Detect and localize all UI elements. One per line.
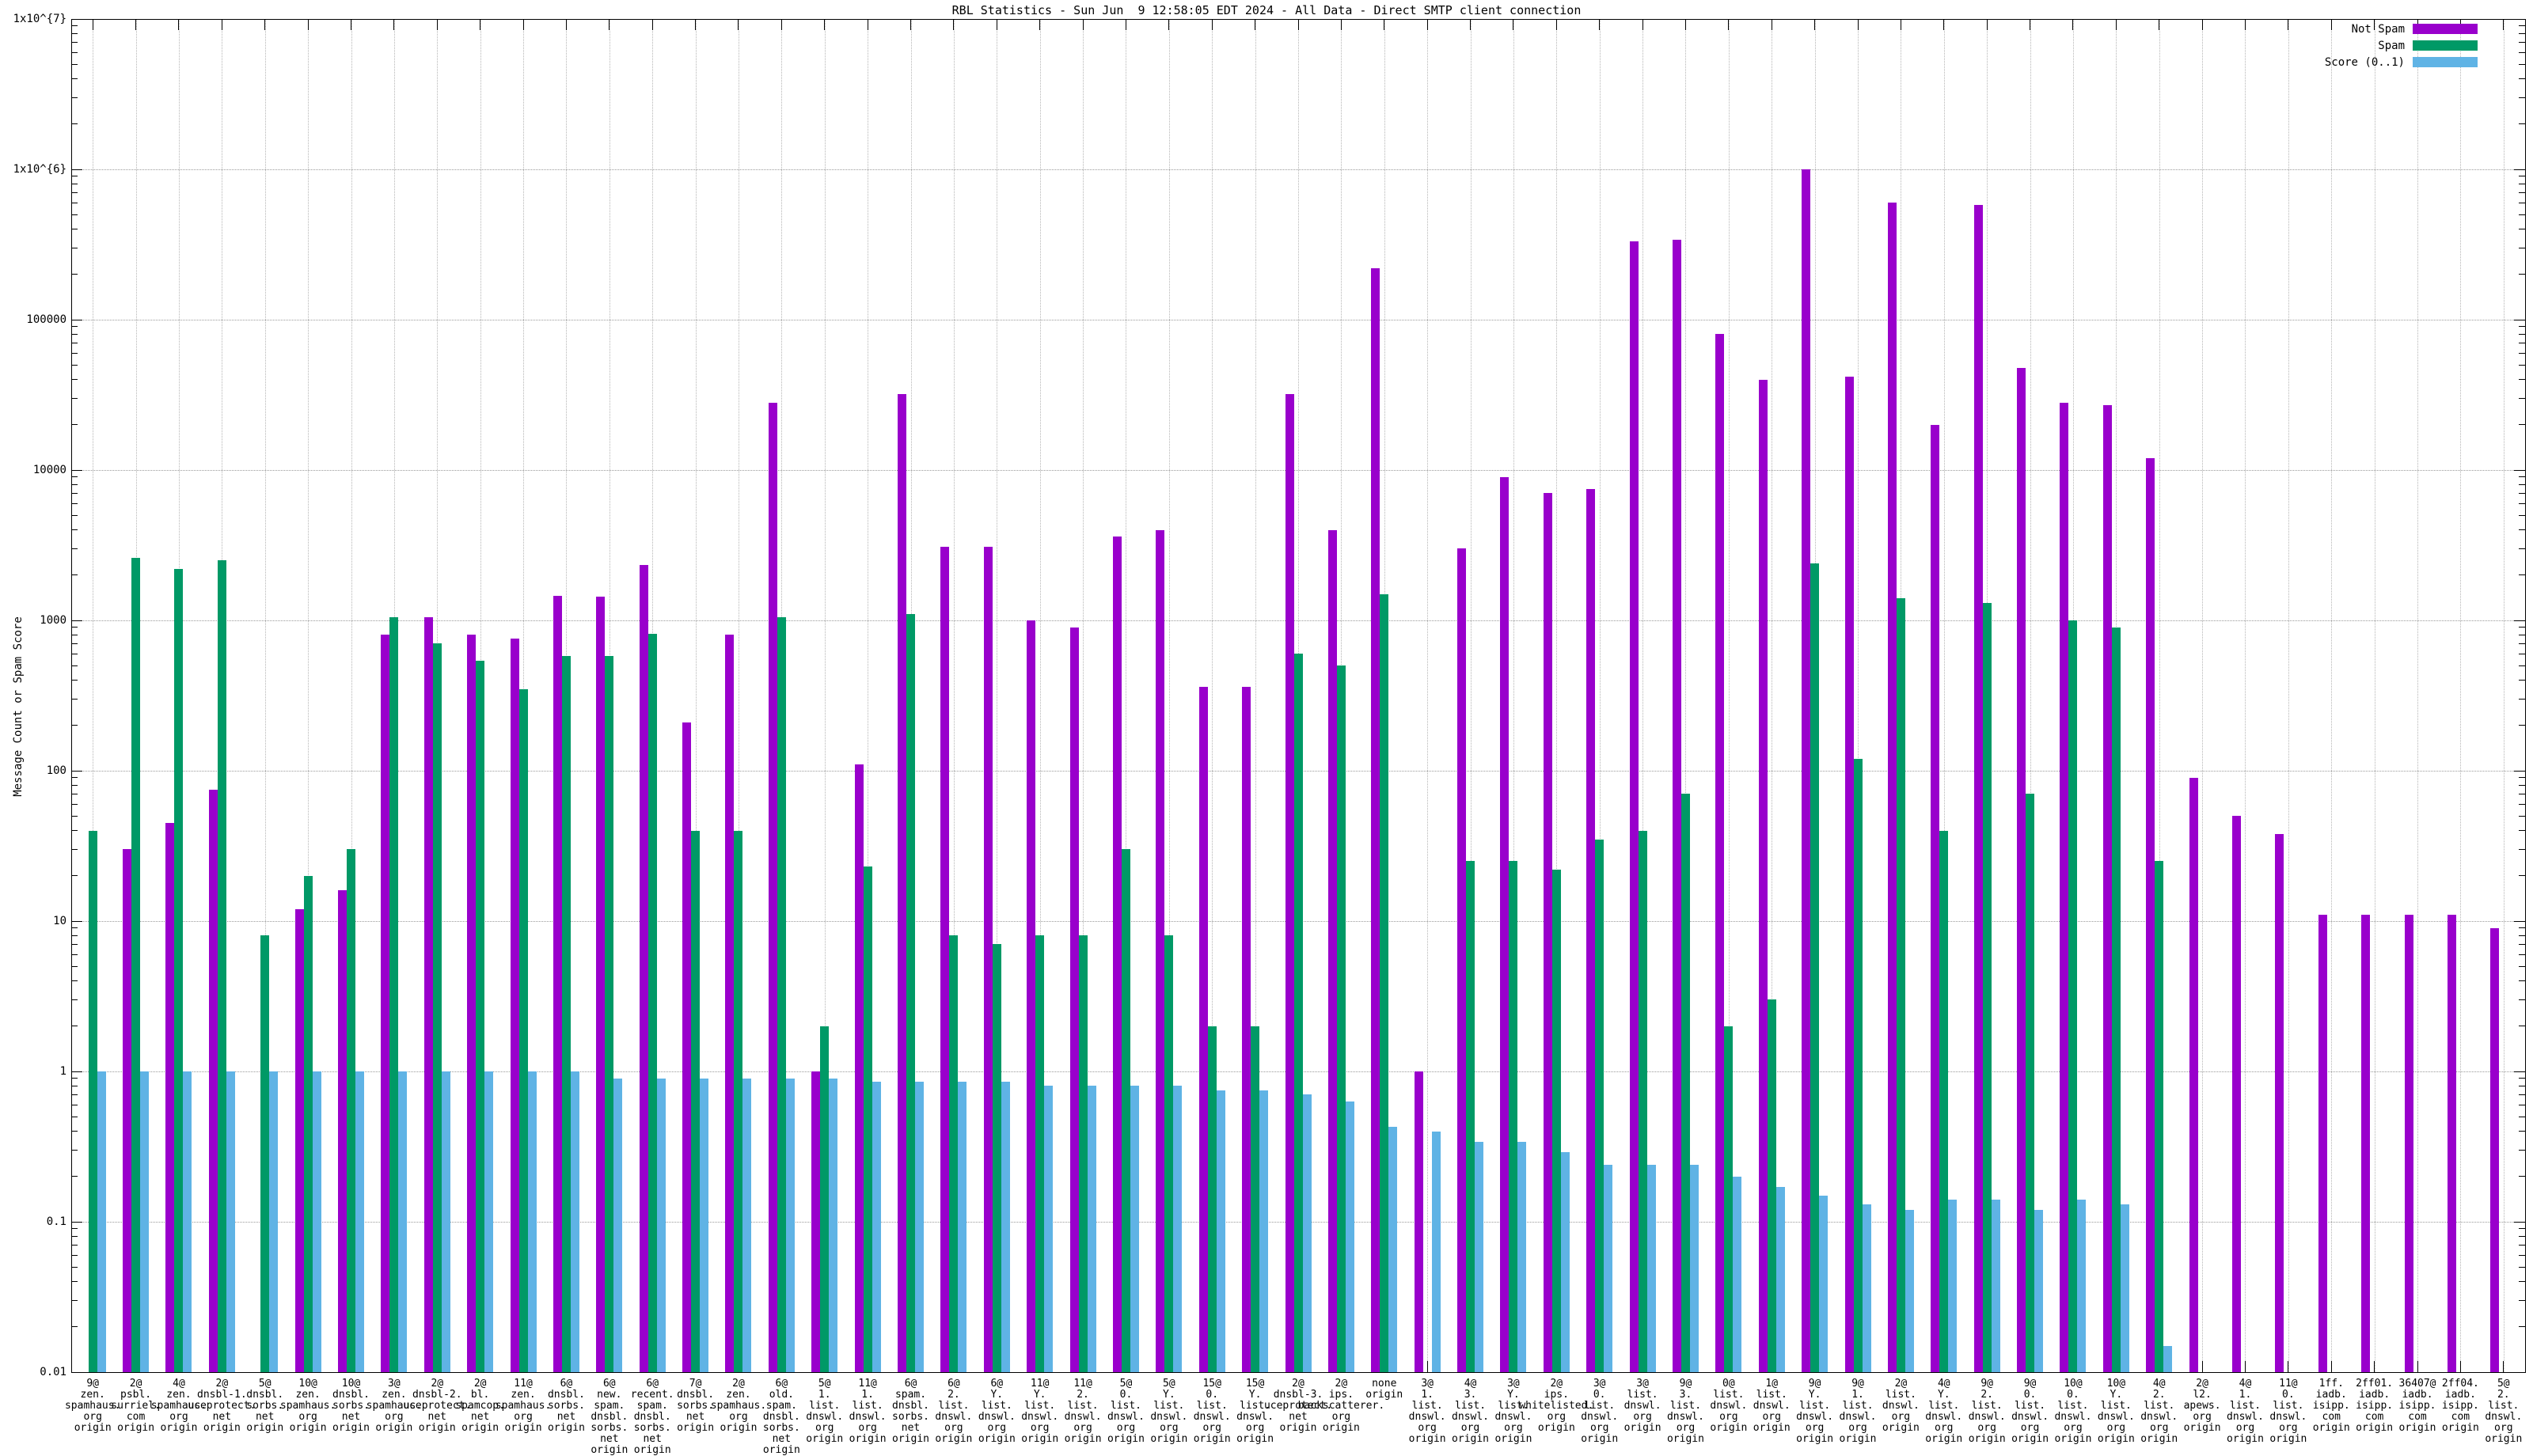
x-category-label: 5@ 0. list. dnswl. org origin — [1107, 1378, 1145, 1445]
x-category-label: 3@ list. dnswl. org origin — [1624, 1378, 1661, 1434]
x-category-label: 9@ 1. list. dnswl. org origin — [1840, 1378, 1877, 1445]
x-category-label: 3@ 1. list. dnswl. org origin — [1409, 1378, 1446, 1445]
legend-label-score: Score (0..1) — [2325, 56, 2405, 69]
chart-title: RBL Statistics - Sun Jun 9 12:58:05 EDT … — [0, 3, 2533, 17]
x-category-label: 6@ old. spam. dnsbl. sorbs. net origin — [763, 1378, 800, 1456]
x-category-label: 0@ list. dnswl. org origin — [1710, 1378, 1747, 1434]
y-tick-label: 100000 — [3, 313, 66, 326]
y-tick-label: 1000 — [3, 614, 66, 627]
x-category-label: 9@ Y. list. dnswl. org origin — [1796, 1378, 1833, 1445]
y-tick-label: 100 — [3, 764, 66, 777]
x-category-label: 5@ 1. list. dnswl. org origin — [806, 1378, 843, 1445]
y-tick-label: 10 — [3, 915, 66, 927]
y-axis-title: Message Count or Spam Score — [12, 548, 25, 865]
x-category-label: 10@ 0. list. dnswl. org origin — [2054, 1378, 2091, 1445]
legend-swatch-score — [2413, 57, 2478, 67]
x-category-label: 11@ Y. list. dnswl. org origin — [1021, 1378, 1058, 1445]
x-category-label: 1ff. iadb. isipp. com origin — [2313, 1378, 2350, 1434]
x-category-label: 2@ zen. spamhaus. org origin — [711, 1378, 766, 1434]
x-category-label: 3@ 0. list. dnswl. org origin — [1581, 1378, 1618, 1445]
x-category-label: 11@ zen. spamhaus. org origin — [496, 1378, 551, 1434]
x-category-label: 11@ 1. list. dnswl. org origin — [849, 1378, 887, 1445]
y-tick-label: 1x10^{7} — [3, 13, 66, 25]
legend-item-spam: Spam — [2325, 37, 2478, 54]
plot-border — [71, 19, 2526, 1373]
x-category-label: 9@ 3. list. dnswl. org origin — [1667, 1378, 1704, 1445]
x-category-label: 7@ dnsbl. sorbs. net origin — [677, 1378, 714, 1434]
x-category-label: 9@ 2. list. dnswl. org origin — [1969, 1378, 2006, 1445]
rbl-statistics-chart: RBL Statistics - Sun Jun 9 12:58:05 EDT … — [0, 0, 2533, 1424]
x-category-label: none origin — [1365, 1378, 1403, 1401]
x-category-label: 6@ dnsbl. sorbs. net origin — [548, 1378, 585, 1434]
x-category-label: 2@ l2. apews. org origin — [2184, 1378, 2221, 1434]
x-category-label: 6@ 2. list. dnswl. org origin — [935, 1378, 972, 1445]
x-category-label: 6@ recent. spam. dnsbl. sorbs. net origi… — [631, 1378, 674, 1456]
x-category-label: 2@ list. dnswl. org origin — [1882, 1378, 1920, 1434]
legend-label-not-spam: Not Spam — [2352, 23, 2405, 36]
x-category-label: 5@ 2. list. dnswl. org origin — [2485, 1378, 2522, 1445]
x-category-label: 6@ new. spam. dnsbl. sorbs. net origin — [591, 1378, 628, 1456]
x-category-label: 11@ 0. list. dnswl. org origin — [2269, 1378, 2307, 1445]
legend-item-not-spam: Not Spam — [2325, 21, 2478, 37]
x-category-label: 10@ dnsbl. sorbs. net origin — [332, 1378, 370, 1434]
x-category-label: 2ff01. iadb. isipp. com origin — [2356, 1378, 2393, 1434]
x-category-label: 1@ list. dnswl. org origin — [1753, 1378, 1791, 1434]
legend-item-score: Score (0..1) — [2325, 54, 2478, 70]
x-category-label: 10@ zen. spamhaus. org origin — [280, 1378, 336, 1434]
x-category-label: 2ff04. iadb. isipp. com origin — [2442, 1378, 2479, 1434]
x-category-label: 5@ dnsbl. sorbs. net origin — [246, 1378, 283, 1434]
y-tick-label: 0.01 — [3, 1366, 66, 1378]
y-tick-label: 1 — [3, 1065, 66, 1078]
x-category-label: 11@ 2. list. dnswl. org origin — [1065, 1378, 1102, 1445]
x-category-label: 4@ Y. list. dnswl. org origin — [1925, 1378, 1962, 1445]
y-tick-label: 1x10^{6} — [3, 163, 66, 176]
legend-swatch-not-spam — [2413, 24, 2478, 34]
x-category-label: 36407@ iadb. isipp. com origin — [2399, 1378, 2436, 1434]
x-category-label: 9@ 0. list. dnswl. org origin — [2011, 1378, 2049, 1445]
x-category-label: 10@ Y. list. dnswl. org origin — [2098, 1378, 2135, 1445]
x-category-label: 15@ 0. list. dnswl. org origin — [1194, 1378, 1231, 1445]
x-category-label: 6@ spam. dnsbl. sorbs. net origin — [892, 1378, 929, 1445]
y-tick-label: 0.1 — [3, 1215, 66, 1228]
x-category-label: 4@ 1. list. dnswl. org origin — [2227, 1378, 2264, 1445]
x-category-label: 5@ Y. list. dnswl. org origin — [1150, 1378, 1187, 1445]
x-category-label: 6@ Y. list. dnswl. org origin — [978, 1378, 1016, 1445]
legend-label-spam: Spam — [2378, 40, 2405, 52]
x-category-label: 4@ 2. list. dnswl. org origin — [2140, 1378, 2178, 1445]
legend: Not Spam Spam Score (0..1) — [2325, 21, 2478, 70]
legend-swatch-spam — [2413, 40, 2478, 51]
x-category-label: 4@ 3. list. dnswl. org origin — [1452, 1378, 1489, 1445]
y-tick-label: 10000 — [3, 464, 66, 476]
